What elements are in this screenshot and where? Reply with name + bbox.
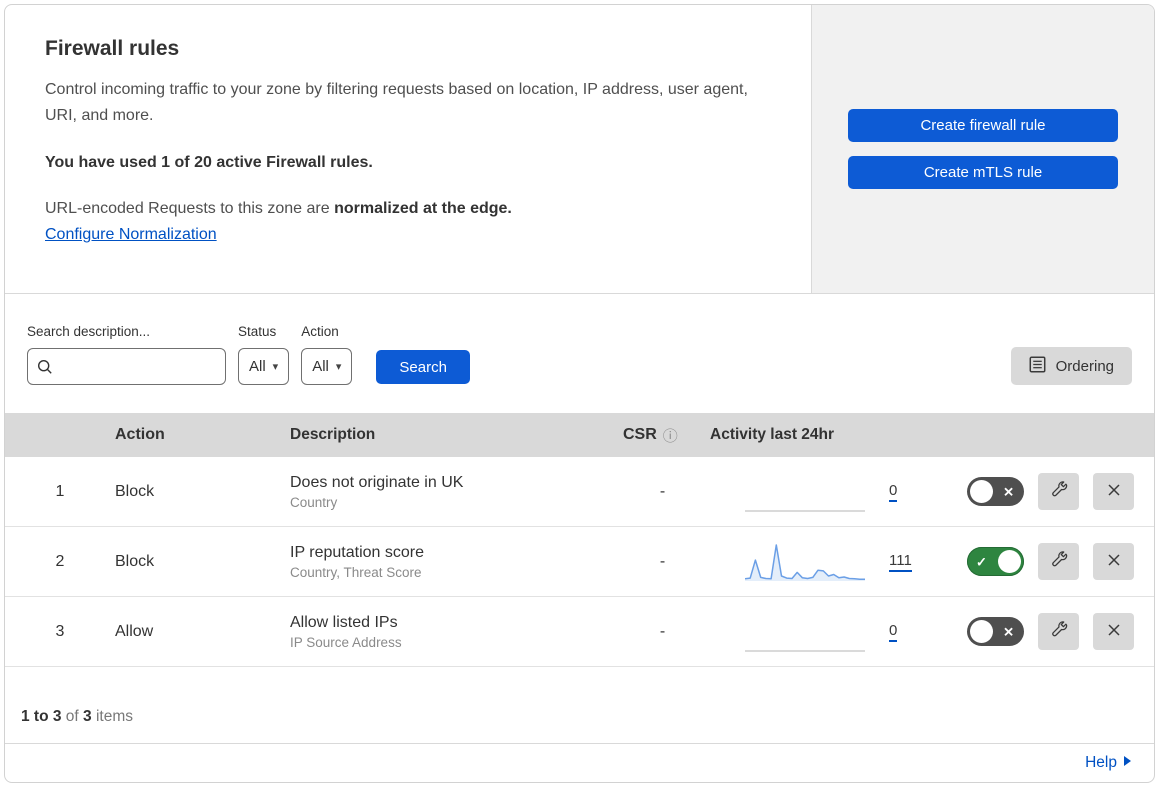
activity-sparkline — [745, 509, 865, 512]
ordering-icon — [1029, 356, 1046, 377]
activity-sparkline — [745, 649, 865, 652]
create-firewall-rule-button[interactable]: Create firewall rule — [848, 109, 1118, 142]
page-title: Firewall rules — [45, 37, 180, 60]
rule-priority: 2 — [55, 552, 65, 570]
ordering-button[interactable]: Ordering — [1010, 347, 1132, 385]
help-bar: Help — [5, 743, 1154, 782]
rule-criteria: Country — [290, 494, 338, 510]
search-input[interactable] — [27, 348, 226, 385]
wrench-icon — [1049, 620, 1069, 643]
rule-action: Allow — [115, 622, 154, 640]
status-select[interactable]: All ▾ — [238, 348, 290, 385]
close-icon — [1105, 481, 1123, 502]
column-csr: CSR ⓘ — [615, 425, 710, 446]
edit-rule-button[interactable] — [1038, 613, 1079, 650]
column-activity: Activity last 24hr — [710, 426, 835, 443]
items-word: items — [95, 708, 134, 725]
header-text-panel: Firewall rules Control incoming traffic … — [5, 5, 812, 293]
search-icon — [37, 359, 53, 375]
rule-csr: - — [659, 482, 666, 500]
column-action: Action — [115, 426, 165, 443]
enable-toggle[interactable]: ✓✕ — [967, 617, 1024, 646]
activity-count-link[interactable]: 0 — [889, 482, 898, 502]
x-icon: ✕ — [1003, 624, 1014, 639]
normalization-note: URL-encoded Requests to this zone are no… — [45, 200, 771, 218]
usage-note: You have used 1 of 20 active Firewall ru… — [45, 154, 373, 172]
enable-toggle[interactable]: ✓✕ — [967, 547, 1024, 576]
rule-criteria: IP Source Address — [290, 634, 402, 650]
items-range: 1 to 3 — [21, 708, 62, 725]
search-label: Search description... — [27, 324, 151, 339]
table-row: 2 Block IP reputation score Country, Thr… — [5, 527, 1154, 597]
normalization-prefix: URL-encoded Requests to this zone are — [45, 200, 335, 218]
toggle-knob — [970, 480, 993, 503]
column-description: Description — [290, 426, 376, 443]
edit-rule-button[interactable] — [1038, 543, 1079, 580]
table-row: 3 Allow Allow listed IPs IP Source Addre… — [5, 597, 1154, 667]
enable-toggle[interactable]: ✓✕ — [967, 477, 1024, 506]
pagination-summary: 1 to 3 of 3 items — [5, 667, 1154, 743]
table-row: 1 Block Does not originate in UK Country… — [5, 457, 1154, 527]
activity-sparkline — [745, 543, 865, 581]
wrench-icon — [1049, 550, 1069, 573]
info-icon[interactable]: ⓘ — [663, 425, 678, 446]
rule-criteria: Country, Threat Score — [290, 564, 422, 580]
rule-description: IP reputation score — [290, 543, 425, 561]
actions-panel: Create firewall rule Create mTLS rule — [812, 5, 1154, 293]
rule-priority: 1 — [55, 482, 65, 500]
table-header: Action Description CSR ⓘ Activity last 24… — [5, 413, 1154, 457]
edit-rule-button[interactable] — [1038, 473, 1079, 510]
chevron-down-icon: ▾ — [272, 361, 279, 373]
activity-count-link[interactable]: 0 — [889, 622, 898, 642]
x-icon: ✕ — [1003, 484, 1014, 499]
help-link[interactable]: Help — [1085, 754, 1132, 772]
check-icon: ✓ — [976, 554, 987, 569]
wrench-icon — [1049, 480, 1069, 503]
activity-count-link[interactable]: 111 — [889, 552, 912, 572]
delete-rule-button[interactable] — [1093, 543, 1134, 580]
configure-normalization-link[interactable]: Configure Normalization — [45, 226, 217, 244]
status-selected-value: All — [249, 358, 266, 375]
normalization-bold: normalized at the edge. — [334, 200, 512, 218]
ordering-button-label: Ordering — [1055, 357, 1114, 375]
create-mtls-rule-button[interactable]: Create mTLS rule — [848, 156, 1118, 189]
rule-action: Block — [115, 482, 155, 500]
action-select[interactable]: All ▾ — [301, 348, 353, 385]
search-button[interactable]: Search — [376, 350, 470, 384]
action-selected-value: All — [312, 358, 329, 375]
filter-bar: Search description... Status All ▾ Action… — [5, 294, 1154, 413]
csr-label: CSR — [623, 426, 657, 443]
rule-priority: 3 — [55, 622, 65, 640]
delete-rule-button[interactable] — [1093, 613, 1134, 650]
firewall-rules-card: Firewall rules Control incoming traffic … — [4, 4, 1155, 783]
search-group: Search description... — [27, 324, 226, 385]
help-label: Help — [1085, 754, 1117, 771]
toggle-knob — [998, 550, 1021, 573]
close-icon — [1105, 551, 1123, 572]
rule-action: Block — [115, 552, 155, 570]
chevron-down-icon: ▾ — [335, 361, 342, 373]
header-section: Firewall rules Control incoming traffic … — [5, 5, 1154, 294]
rule-description: Does not originate in UK — [290, 473, 464, 491]
delete-rule-button[interactable] — [1093, 473, 1134, 510]
action-label: Action — [301, 324, 339, 339]
close-icon — [1105, 621, 1123, 642]
status-label: Status — [238, 324, 277, 339]
rule-csr: - — [659, 552, 666, 570]
toggle-knob — [970, 620, 993, 643]
status-filter-group: Status All ▾ — [238, 324, 290, 385]
rule-csr: - — [659, 622, 666, 640]
rule-description: Allow listed IPs — [290, 613, 398, 631]
action-filter-group: Action All ▾ — [301, 324, 353, 385]
arrow-right-icon — [1123, 754, 1132, 772]
page-description: Control incoming traffic to your zone by… — [45, 81, 748, 124]
items-of: of — [65, 708, 79, 725]
items-total: 3 — [83, 708, 92, 725]
